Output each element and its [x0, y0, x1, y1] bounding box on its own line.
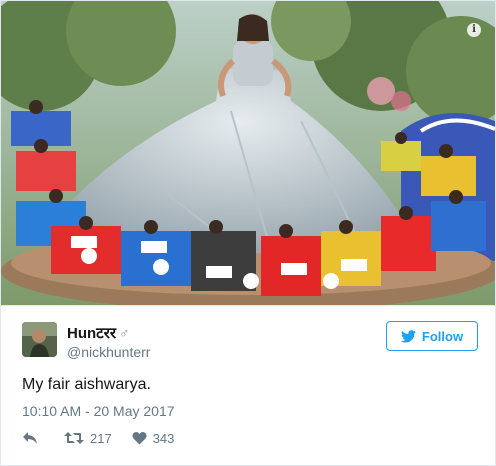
reply-icon: [23, 432, 37, 444]
author-name-line[interactable]: Hunटरर ♂: [67, 323, 130, 343]
like-count: 343: [152, 430, 175, 446]
tweet-photo[interactable]: i: [1, 1, 495, 305]
author-display-name[interactable]: Hunटरर: [67, 325, 116, 342]
retweet-count: 217: [90, 430, 112, 446]
heart-icon: [132, 431, 147, 445]
like-button[interactable]: 343: [132, 430, 175, 446]
avatar[interactable]: [22, 322, 57, 357]
follow-button[interactable]: Follow: [386, 321, 478, 351]
tweet-actions: 217 343: [22, 428, 194, 448]
photo-illustration: [1, 1, 495, 305]
retweet-icon: [64, 432, 84, 444]
tweet-text: My fair aishwarya.: [22, 376, 151, 393]
info-icon[interactable]: i: [467, 23, 481, 37]
twitter-bird-icon: [400, 329, 416, 342]
divider: [1, 305, 495, 306]
follow-button-label: Follow: [421, 328, 464, 344]
reply-button[interactable]: [22, 431, 44, 445]
author-handle[interactable]: @nickhunterr: [67, 344, 150, 360]
tweet-timestamp[interactable]: 10:10 AM - 20 May 2017: [22, 403, 175, 419]
retweet-button[interactable]: 217: [64, 431, 112, 446]
tweet-card: i Hunटरर ♂ @nickhunterr Follow My fair ai…: [0, 0, 496, 466]
avatar-image: [22, 322, 57, 357]
gender-symbol: ♂: [119, 325, 130, 341]
